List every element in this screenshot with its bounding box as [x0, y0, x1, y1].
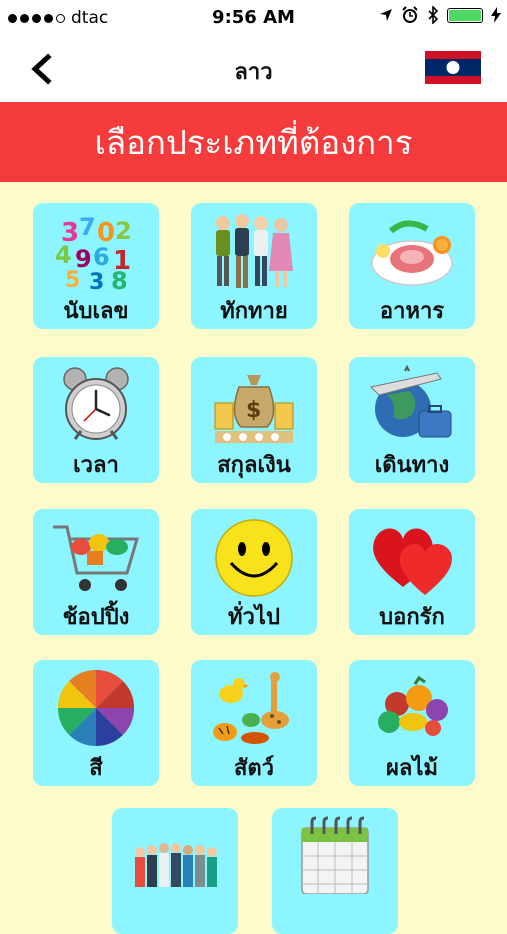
category-banner: เลือกประเภทที่ต้องการ	[0, 102, 507, 182]
category-tile-food[interactable]: อาหาร	[349, 203, 475, 329]
laos-flag-icon[interactable]	[425, 51, 481, 84]
category-tile-shopping[interactable]: ช้อปปิ้ง	[33, 509, 159, 635]
status-bar: dtac 9:56 AM	[0, 0, 507, 36]
category-tile-love[interactable]: บอกรัก	[349, 509, 475, 635]
category-tile-fruits[interactable]: ผลไม้	[349, 660, 475, 786]
svg-text:7: 7	[79, 213, 96, 241]
category-tile-travel[interactable]: เดินทาง	[349, 357, 475, 483]
category-label: บอกรัก	[379, 605, 445, 630]
battery-icon	[447, 7, 483, 23]
category-label: สี	[89, 756, 103, 781]
occupations-people-icon	[135, 843, 217, 887]
category-tile-greeting[interactable]: ทักทาย	[191, 203, 317, 329]
animals-icon	[213, 672, 289, 744]
greeting-people-icon	[216, 214, 293, 288]
category-label: ทั่วไป	[228, 605, 280, 630]
location-arrow-icon	[380, 9, 392, 21]
category-label: อาหาร	[379, 299, 445, 324]
category-tile-time[interactable]: เวลา	[33, 357, 159, 483]
category-label: นับเลข	[63, 299, 129, 324]
svg-text:6: 6	[93, 243, 110, 271]
category-label: ผลไม้	[386, 756, 438, 781]
category-label: ช้อปปิ้ง	[62, 605, 130, 630]
numbers-icon: 3 7 0 2 4 9 6 1 5 3 8	[55, 213, 132, 291]
alarm-clock-icon	[63, 367, 129, 440]
navigation-bar: ลาว	[0, 36, 507, 102]
category-label: สัตว์	[233, 756, 275, 781]
category-tile-colors[interactable]: สี	[33, 660, 159, 786]
alarm-icon	[402, 6, 418, 23]
charging-bolt-icon	[491, 7, 501, 23]
svg-text:5: 5	[65, 268, 80, 291]
fruits-icon	[378, 675, 448, 736]
category-label: เดินทาง	[374, 453, 450, 478]
category-label: เวลา	[73, 453, 119, 478]
calendar-icon	[301, 816, 369, 894]
category-tile-numbers[interactable]: 3 7 0 2 4 9 6 1 5 3 8 นับเลข	[33, 203, 159, 329]
category-tile-calendar[interactable]	[272, 808, 398, 934]
svg-text:$: $	[246, 398, 261, 423]
category-tile-animals[interactable]: สัตว์	[191, 660, 317, 786]
category-tile-currency[interactable]: $ สกุลเงิน	[191, 357, 317, 483]
travel-globe-icon	[369, 365, 452, 438]
svg-text:4: 4	[55, 241, 72, 269]
category-tile-general[interactable]: ทั่วไป	[191, 509, 317, 635]
food-plate-icon	[371, 220, 453, 286]
svg-text:2: 2	[115, 217, 132, 245]
shopping-cart-icon	[53, 525, 140, 591]
bluetooth-icon	[428, 6, 439, 24]
smiley-icon	[215, 519, 293, 597]
category-label: สกุลเงิน	[217, 453, 291, 478]
svg-text:8: 8	[111, 267, 128, 291]
category-tile-occupations[interactable]	[112, 808, 238, 934]
svg-text:3: 3	[89, 270, 104, 291]
banner-text: เลือกประเภทที่ต้องการ	[94, 122, 413, 162]
color-wheel-icon	[57, 669, 135, 747]
category-label: ทักทาย	[220, 299, 288, 324]
money-bag-icon: $	[214, 375, 294, 443]
hearts-icon	[373, 528, 452, 595]
